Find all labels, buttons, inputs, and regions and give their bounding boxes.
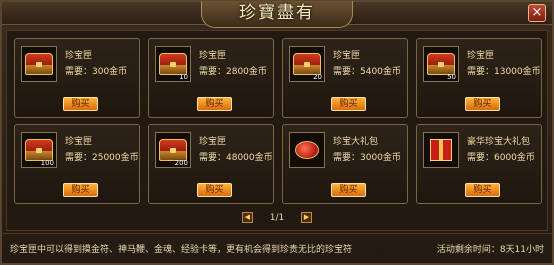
item-name: 珍宝匣: [199, 51, 227, 61]
item-price: 需要：25000金币: [65, 153, 139, 163]
item-qty: 200: [174, 159, 188, 167]
item-card: 50 珍宝匣 需要：13000金币 购买: [416, 38, 542, 118]
item-qty: 100: [40, 159, 54, 167]
item-price: 需要：13000金币: [467, 67, 541, 77]
buy-button[interactable]: 购买: [63, 97, 98, 111]
item-name: 珍宝匣: [65, 51, 93, 61]
gift-bag-icon[interactable]: [289, 132, 325, 168]
item-price: 需要：5400金币: [333, 67, 401, 77]
item-card: 20 珍宝匣 需要：5400金币 购买: [282, 38, 408, 118]
item-name: 珍宝匣: [199, 137, 227, 147]
item-price: 需要：6000金币: [467, 153, 535, 163]
item-price: 需要：300金币: [65, 67, 128, 77]
item-qty: 50: [447, 73, 456, 81]
buy-button[interactable]: 购买: [331, 183, 366, 197]
item-grid: 珍宝匣 需要：300金币 购买 10 珍宝匣 需要：2800金币 购买 20 珍…: [6, 30, 548, 231]
next-page-icon[interactable]: ▶: [301, 212, 313, 223]
item-card: 珍宝大礼包 需要：3000金币 购买: [282, 124, 408, 204]
item-price: 需要：3000金币: [333, 153, 401, 163]
buy-button[interactable]: 购买: [197, 183, 232, 197]
buy-button[interactable]: 购买: [63, 183, 98, 197]
treasure-chest-icon[interactable]: 50: [423, 46, 459, 82]
buy-button[interactable]: 购买: [331, 97, 366, 111]
item-qty: 10: [179, 73, 188, 81]
buy-button[interactable]: 购买: [465, 183, 500, 197]
item-price: 需要：48000金币: [199, 153, 273, 163]
item-card: 10 珍宝匣 需要：2800金币 购买: [148, 38, 274, 118]
item-name: 珍宝匣: [65, 137, 93, 147]
item-card: 豪华珍宝大礼包 需要：6000金币 购买: [416, 124, 542, 204]
gift-box-icon[interactable]: [423, 132, 459, 168]
item-name: 珍宝匣: [467, 51, 495, 61]
treasure-chest-icon[interactable]: 20: [289, 46, 325, 82]
item-name: 珍宝大礼包: [333, 137, 379, 147]
buy-button[interactable]: 购买: [465, 97, 500, 111]
footer: 珍宝匣中可以得到摸金符、神马鞭、金魂、经验卡等，更有机会得到珍贵无比的珍宝符 活…: [2, 233, 552, 264]
close-icon[interactable]: ×: [528, 4, 546, 22]
prev-page-icon[interactable]: ◀: [241, 212, 253, 223]
treasure-chest-icon[interactable]: 10: [155, 46, 191, 82]
page-indicator: 1/1: [269, 212, 285, 223]
item-card: 200 珍宝匣 需要：48000金币 购买: [148, 124, 274, 204]
event-description: 珍宝匣中可以得到摸金符、神马鞭、金魂、经验卡等，更有机会得到珍贵无比的珍宝符: [10, 245, 353, 255]
buy-button[interactable]: 购买: [197, 97, 232, 111]
event-timer: 活动剩余时间：8天11小时: [436, 245, 544, 255]
item-card: 珍宝匣 需要：300金币 购买: [14, 38, 140, 118]
item-qty: 20: [313, 73, 322, 81]
item-price: 需要：2800金币: [199, 67, 267, 77]
treasure-chest-icon[interactable]: 100: [21, 132, 57, 168]
item-name: 豪华珍宝大礼包: [467, 137, 531, 147]
title-bar: 珍寶盡有 ×: [2, 1, 552, 28]
window-title: 珍寶盡有: [201, 1, 353, 28]
item-card: 100 珍宝匣 需要：25000金币 购买: [14, 124, 140, 204]
treasure-chest-icon[interactable]: 200: [155, 132, 191, 168]
item-name: 珍宝匣: [333, 51, 361, 61]
treasure-chest-icon[interactable]: [21, 46, 57, 82]
shop-window: 珍寶盡有 × 珍宝匣 需要：300金币 购买 10 珍宝匣 需要：2800金币 …: [0, 0, 554, 265]
pagination: ◀ 1/1 ▶: [2, 212, 552, 223]
